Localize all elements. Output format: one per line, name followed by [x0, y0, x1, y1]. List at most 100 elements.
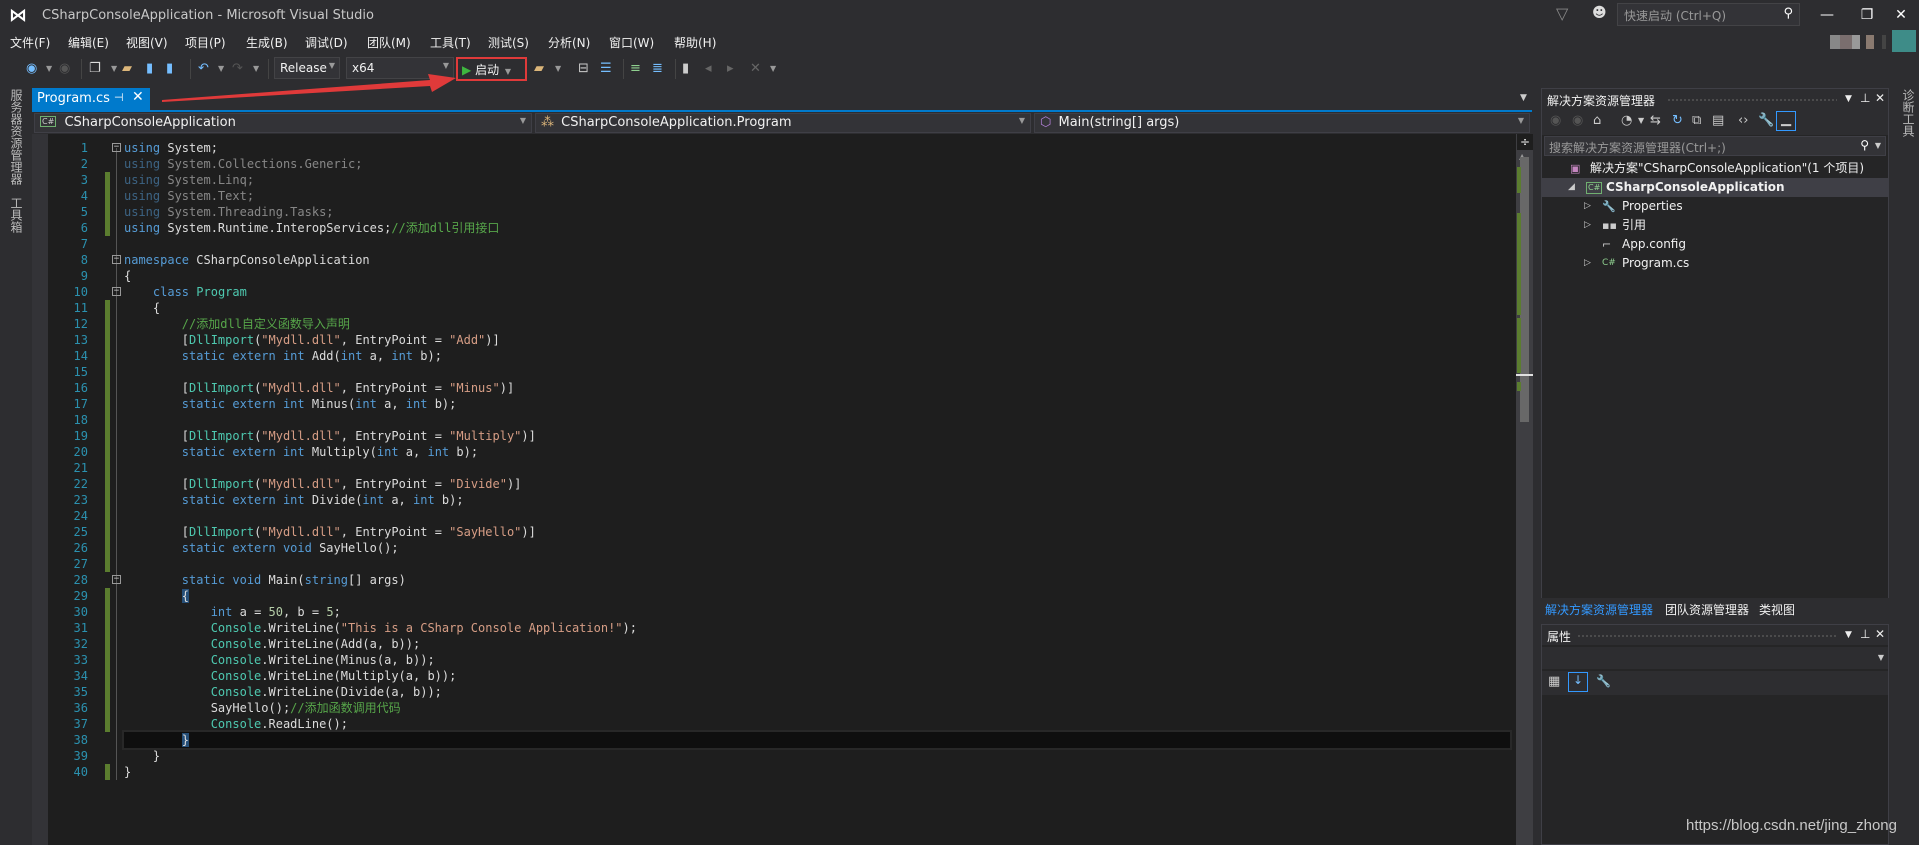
chevron-down-icon[interactable]: ▼ [1875, 141, 1881, 150]
property-pages-icon[interactable]: 🔧 [1596, 674, 1611, 688]
code-line[interactable]: 14 static extern int Add(int a, int b); [48, 348, 1514, 364]
tab-solution-explorer[interactable]: 解决方案资源管理器 [1545, 601, 1653, 618]
tree-item[interactable]: ▷ C# Program.cs [1542, 254, 1888, 273]
home-icon[interactable]: ⌂ [1593, 113, 1601, 129]
forward-icon[interactable]: ◉ [59, 60, 70, 78]
close-button[interactable]: ✕ [1886, 4, 1916, 26]
server-explorer-tab[interactable]: 服务器资源管理器 [8, 89, 25, 185]
member-select[interactable]: ⬡ Main(string[] args) ▼ [1034, 113, 1530, 133]
preview-selected-icon[interactable]: ▁ [1776, 111, 1796, 131]
menu-file[interactable]: 文件(F) [10, 34, 50, 51]
code-line[interactable]: 9{ [48, 268, 1514, 284]
code-line[interactable]: 16 [DllImport("Mydll.dll", EntryPoint = … [48, 380, 1514, 396]
collapse-all-icon[interactable]: ⧉ [1692, 113, 1701, 129]
tab-class-view[interactable]: 类视图 [1759, 601, 1795, 618]
code-line[interactable]: 2 using System.Collections.Generic; [48, 156, 1514, 172]
uncomment-icon[interactable]: ≣ [652, 60, 663, 78]
diagnostic-tools-tab[interactable]: 诊断工具 [1900, 89, 1917, 137]
code-line[interactable]: 34 Console.WriteLine(Multiply(a, b)); [48, 668, 1514, 684]
collapse-icon[interactable]: − [112, 575, 121, 584]
code-line[interactable]: 27 [48, 556, 1514, 572]
code-line[interactable]: 13 [DllImport("Mydll.dll", EntryPoint = … [48, 332, 1514, 348]
sync-icon[interactable]: ⇆ [1650, 113, 1661, 129]
save-icon[interactable]: ▮ [146, 60, 153, 78]
menu-tools[interactable]: 工具(T) [430, 34, 471, 51]
solution-search-input[interactable]: 搜索解决方案资源管理器(Ctrl+;) ⚲ ▼ [1544, 136, 1886, 156]
menu-build[interactable]: 生成(B) [246, 34, 288, 51]
tab-overflow-icon[interactable]: ▼ [1520, 93, 1527, 103]
minimize-button[interactable]: — [1812, 4, 1842, 26]
code-line[interactable]: 33 Console.WriteLine(Minus(a, b)); [48, 652, 1514, 668]
restore-button[interactable]: ❐ [1852, 4, 1882, 26]
drag-grip[interactable] [1667, 98, 1837, 102]
back-dropdown-icon[interactable]: ▼ [46, 60, 52, 78]
expanded-arrow-icon[interactable]: ◢ [1568, 178, 1575, 197]
menu-view[interactable]: 视图(V) [126, 34, 168, 51]
back-icon[interactable]: ◉ [26, 60, 37, 78]
code-line[interactable]: 10 − class Program [48, 284, 1514, 300]
forward-icon[interactable]: ◉ [1572, 113, 1583, 129]
categorized-icon[interactable]: ▦ [1548, 674, 1560, 689]
code-line[interactable]: 6 using System.Runtime.InteropServices;//… [48, 220, 1514, 236]
code-line[interactable]: 8 − namespace CSharpConsoleApplication [48, 252, 1514, 268]
toolbar-overflow-icon[interactable]: ▼ [770, 60, 776, 78]
collapse-icon[interactable]: − [112, 255, 121, 264]
tab-program-cs[interactable]: Program.cs ⊣ ✕ [32, 88, 150, 110]
code-line[interactable]: 28 − static void Main(string[] args) [48, 572, 1514, 588]
step-into-icon[interactable]: ⊟ [578, 60, 589, 78]
menu-debug[interactable]: 调试(D) [305, 34, 348, 51]
code-line[interactable]: 32 Console.WriteLine(Add(a, b)); [48, 636, 1514, 652]
next-bookmark-icon[interactable]: ▸ [727, 60, 734, 78]
pin-icon[interactable]: ⊣ [114, 91, 124, 104]
start-debugging-button[interactable]: ▶ 启动 ▼ [456, 57, 527, 81]
chevron-down-icon[interactable]: ▼ [1845, 630, 1852, 640]
toolbar-overflow-icon[interactable]: ▼ [555, 60, 561, 78]
code-line[interactable]: 36 SayHello();//添加函数调用代码 [48, 700, 1514, 716]
code-line[interactable]: 22 [DllImport("Mydll.dll", EntryPoint = … [48, 476, 1514, 492]
code-line[interactable]: 30 int a = 50, b = 5; [48, 604, 1514, 620]
search-icon[interactable]: ⚲ [1783, 6, 1793, 21]
code-line[interactable]: 12 //添加dll自定义函数导入声明 [48, 316, 1514, 332]
code-line[interactable]: 7 [48, 236, 1514, 252]
tree-item[interactable]: ⌐ App.config [1542, 235, 1888, 254]
type-select[interactable]: ⁂ CSharpConsoleApplication.Program ▼ [535, 113, 1031, 133]
open-file-icon[interactable]: ▰ [122, 60, 132, 78]
code-line[interactable]: 21 [48, 460, 1514, 476]
collapse-icon[interactable]: − [112, 143, 121, 152]
tree-item[interactable]: ▷ 🔧 Properties [1542, 197, 1888, 216]
collapse-icon[interactable]: − [112, 287, 121, 296]
menu-test[interactable]: 测试(S) [488, 34, 529, 51]
code-line[interactable]: 31 Console.WriteLine("This is a CSharp C… [48, 620, 1514, 636]
platform-select[interactable]: x64 ▼ [346, 57, 454, 79]
comment-icon[interactable]: ≡ [630, 60, 641, 78]
clear-bookmarks-icon[interactable]: ✕ [750, 60, 761, 78]
step-over-icon[interactable]: ☰ [600, 60, 612, 78]
quick-launch-input[interactable]: 快速启动 (Ctrl+Q) ⚲ [1617, 3, 1800, 26]
code-editor[interactable]: 1− using System; 2 using System.Collections… [48, 134, 1516, 845]
save-all-icon[interactable]: ▮ [166, 60, 173, 78]
prev-bookmark-icon[interactable]: ◂ [705, 60, 712, 78]
code-line[interactable]: 19 [DllImport("Mydll.dll", EntryPoint = … [48, 428, 1514, 444]
back-icon[interactable]: ◉ [1550, 113, 1561, 129]
chevron-down-icon[interactable]: ▼ [1845, 94, 1852, 104]
code-line[interactable]: 26 static extern void SayHello(); [48, 540, 1514, 556]
code-line[interactable]: 23 static extern int Divide(int a, int b… [48, 492, 1514, 508]
show-all-files-icon[interactable]: ▤ [1712, 113, 1724, 129]
code-line[interactable]: 1 − using System; [48, 140, 1514, 156]
redo-dropdown-icon[interactable]: ▼ [253, 60, 259, 78]
collapsed-arrow-icon[interactable]: ▷ [1584, 254, 1591, 273]
properties-icon[interactable]: 🔧 [1758, 113, 1774, 129]
tree-item[interactable]: ◢ C# CSharpConsoleApplication [1542, 178, 1888, 197]
code-line[interactable]: 3 using System.Linq; [48, 172, 1514, 188]
close-icon[interactable]: ✕ [1875, 91, 1885, 105]
undo-icon[interactable]: ↶ [198, 60, 209, 78]
find-in-files-icon[interactable]: ▰ [534, 60, 544, 78]
toolbox-tab[interactable]: 工具箱 [8, 197, 25, 233]
code-line[interactable]: 25 [DllImport("Mydll.dll", EntryPoint = … [48, 524, 1514, 540]
menu-edit[interactable]: 编辑(E) [68, 34, 109, 51]
avatar[interactable] [1892, 30, 1916, 52]
drag-grip[interactable] [1577, 634, 1837, 638]
new-project-dropdown-icon[interactable]: ▼ [111, 60, 117, 78]
close-icon[interactable]: ✕ [1875, 627, 1885, 641]
collapsed-arrow-icon[interactable]: ▷ [1584, 216, 1591, 235]
